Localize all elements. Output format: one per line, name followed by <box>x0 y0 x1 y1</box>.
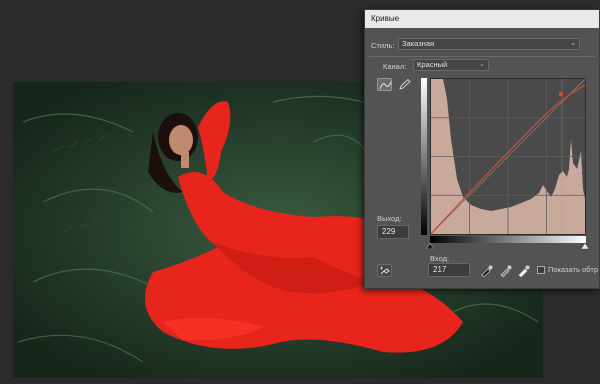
input-label: Вход: <box>430 254 450 263</box>
style-label: Стиль: <box>371 41 395 50</box>
on-image-adjust-icon <box>380 266 390 275</box>
show-clipping-checkbox[interactable] <box>537 266 545 274</box>
divider <box>369 56 595 57</box>
chevron-down-icon: ⌄ <box>479 61 485 68</box>
pencil-tool-button[interactable] <box>397 78 412 91</box>
gray-point-eyedropper-icon <box>500 265 512 278</box>
white-point-slider-icon[interactable] <box>581 243 589 249</box>
curve-point <box>559 92 563 96</box>
style-value: Заказная <box>402 39 435 48</box>
white-point-eyedropper-button[interactable] <box>516 264 531 278</box>
input-field[interactable]: 217 <box>428 263 470 277</box>
channel-dropdown[interactable]: Красный ⌄ <box>413 59 489 71</box>
channel-label: Канал: <box>383 62 407 71</box>
curves-plot <box>430 78 586 235</box>
output-label: Выход: <box>377 214 402 223</box>
output-gradient-bar <box>421 78 427 235</box>
chevron-down-icon: ⌄ <box>570 40 576 47</box>
output-field[interactable]: 229 <box>377 225 409 239</box>
on-image-adjust-button[interactable] <box>377 264 392 277</box>
style-dropdown[interactable]: Заказная ⌄ <box>398 38 580 50</box>
white-point-eyedropper-icon <box>518 265 530 278</box>
input-gradient-bar <box>430 236 586 243</box>
black-point-eyedropper-button[interactable] <box>479 264 494 278</box>
pencil-icon <box>399 78 411 90</box>
curve-points-icon <box>379 81 392 90</box>
channel-value: Красный <box>417 60 448 69</box>
black-point-eyedropper-icon <box>481 265 493 278</box>
dialog-title[interactable]: Кривые <box>365 10 599 28</box>
input-value: 217 <box>433 265 447 274</box>
black-point-slider-icon[interactable] <box>426 243 434 249</box>
output-value: 229 <box>382 227 396 236</box>
curves-graph[interactable] <box>430 78 586 235</box>
curve-points-tool-button[interactable] <box>377 78 392 91</box>
gray-point-eyedropper-button[interactable] <box>498 264 513 278</box>
show-clipping-label: Показать обтр <box>548 265 598 274</box>
